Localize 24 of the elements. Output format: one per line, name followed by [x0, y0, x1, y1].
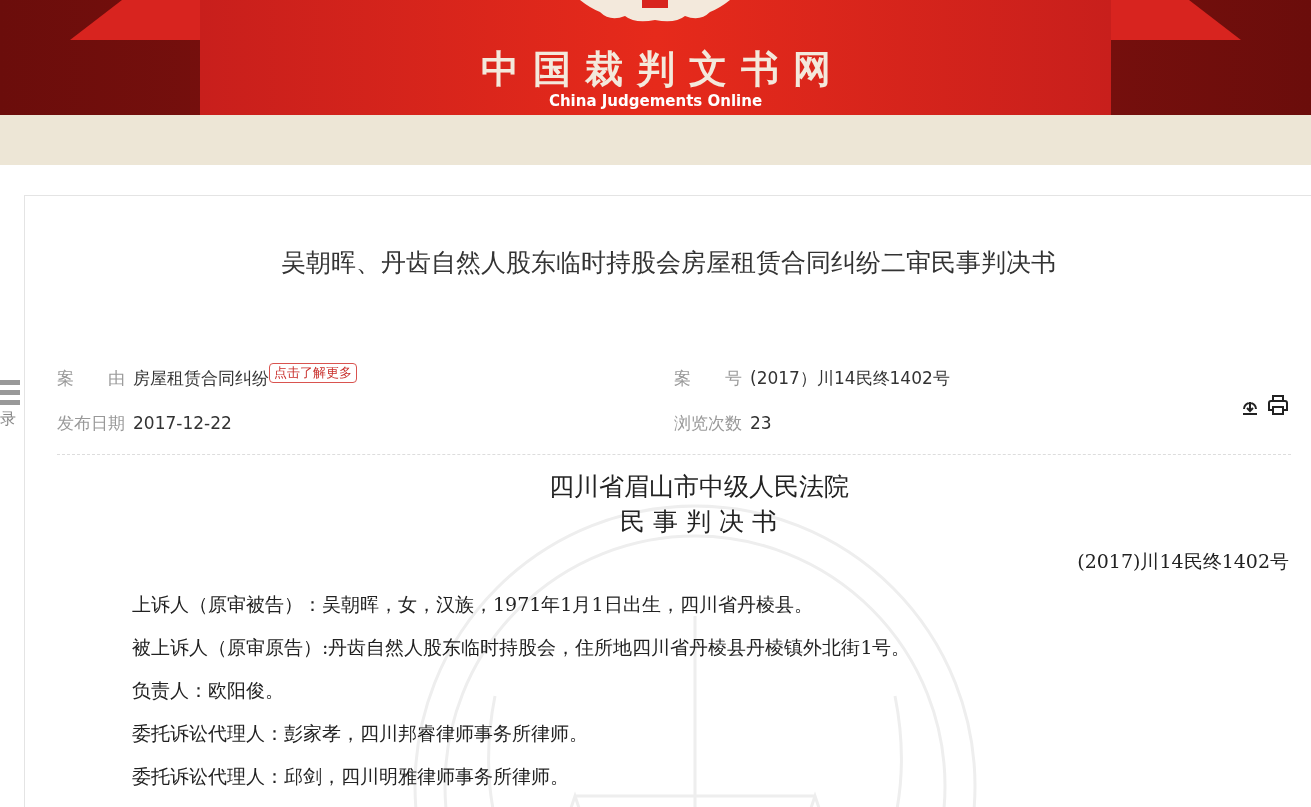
field-label: 案 由: [57, 366, 125, 390]
document-title: 吴朝晖、丹齿自然人股东临时持股会房屋租赁合同纠纷二审民事判决书: [279, 247, 1057, 279]
field-value: 2017-12-22: [133, 411, 232, 435]
paragraph: 委托诉讼代理人：彭家孝，四川邦睿律师事务所律师。: [131, 721, 589, 746]
paragraph: 被上诉人（原审原告）:丹齿自然人股东临时持股会，住所地四川省丹棱县丹棱镇外北街1号。: [131, 635, 912, 660]
field-value: (2017）川14民终1402号: [750, 366, 950, 390]
field-value: 23: [750, 411, 772, 435]
field-label: 案 号: [674, 366, 742, 390]
menu-icon[interactable]: [0, 377, 20, 407]
field-label: 浏览次数: [674, 411, 742, 435]
field-label: 发布日期: [57, 411, 125, 435]
catalog-label[interactable]: 录: [0, 407, 16, 431]
case-number: (2017)川14民终1402号: [1077, 549, 1289, 574]
court-name: 四川省眉山市中级人民法院: [547, 471, 850, 503]
logo-title: 中国裁判文书网: [479, 50, 845, 88]
paragraph: 负责人：欧阳俊。: [131, 678, 285, 703]
paragraph: 上诉人（原审被告）：吴朝晖，女，汉族，1971年1月1日出生，四川省丹棱县。: [131, 592, 814, 617]
field-value: 房屋租赁合同纠纷: [133, 366, 269, 390]
gear-emblem-icon: [580, 0, 730, 22]
learn-more-tag[interactable]: 点击了解更多: [269, 362, 357, 383]
print-icon[interactable]: [1267, 394, 1289, 416]
paragraph: 委托诉讼代理人：邱剑，四川明雅律师事务所律师。: [131, 764, 570, 789]
document-type: 民 事 判 决 书: [619, 506, 778, 538]
logo-subtitle: China Judgements Online: [548, 94, 763, 109]
